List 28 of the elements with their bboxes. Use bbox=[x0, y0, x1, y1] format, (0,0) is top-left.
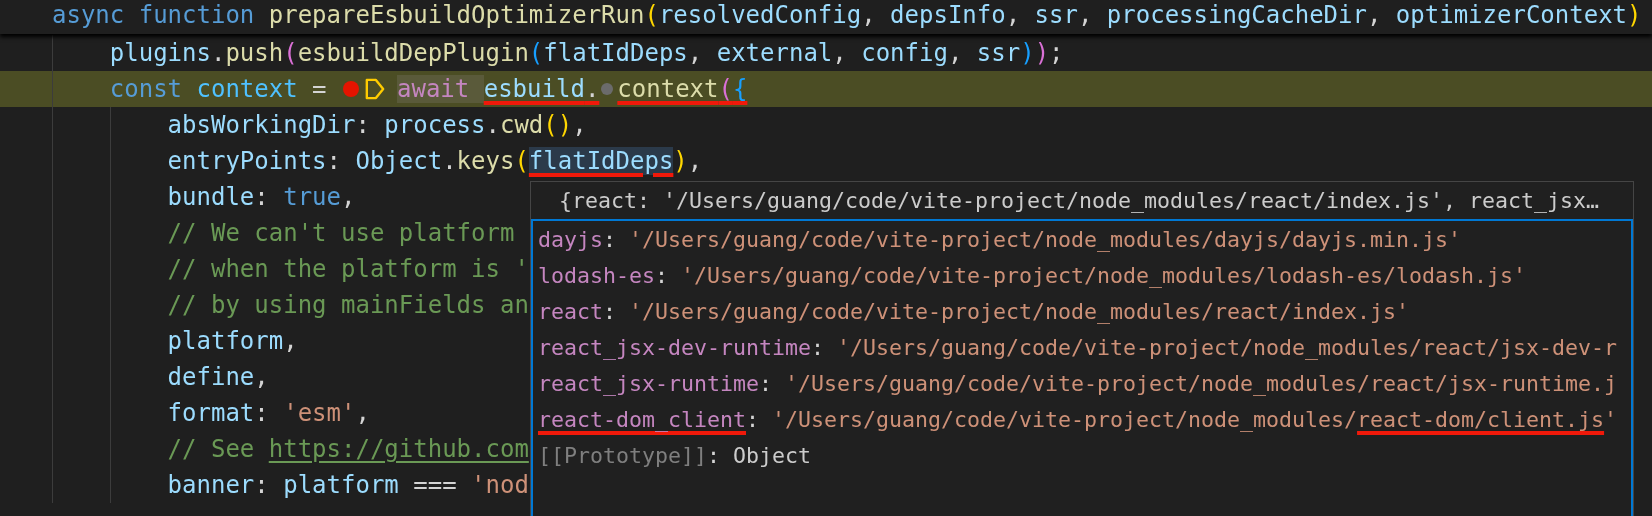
code-text: platform, bbox=[167, 326, 298, 356]
code-text: context({ bbox=[617, 74, 748, 104]
dot-icon bbox=[601, 83, 614, 95]
property-row[interactable]: lodash-es: '/Users/guang/code/vite-project/node_modules/lodash-es/lodash.js' bbox=[538, 258, 1631, 294]
code-text: // We can't use platform bbox=[167, 218, 515, 248]
code-line: async function prepareEsbuildOptimizerRun(resolvedConfig, depsInfo, ssr, processingCacheDir, optimizerContext) bbox=[52, 1, 1642, 29]
arrow-marker-icon bbox=[365, 78, 385, 100]
code-text: banner: platform === 'nod bbox=[167, 470, 529, 500]
property-row[interactable]: react_jsx-runtime: '/Users/guang/code/vite-project/node_modules/react/jsx-runtime.j bbox=[538, 366, 1631, 402]
code-text: plugins.push(esbuildDepPlugin(flatIdDeps, external, config, ssr)); bbox=[109, 38, 1064, 68]
code-text: bundle: true, bbox=[167, 182, 356, 212]
code-text: format: 'esm', bbox=[167, 398, 370, 428]
property-row[interactable]: react-dom_client: '/Users/guang/code/vite-project/node_modules/react-dom/client.js' bbox=[538, 402, 1631, 438]
code-text: define, bbox=[167, 362, 269, 392]
code-text: // when the platform is ' bbox=[167, 254, 529, 284]
code-text: absWorkingDir: process.cwd(), bbox=[167, 110, 587, 140]
code-text: // See bbox=[167, 434, 256, 464]
code-text: await esbuild. bbox=[397, 74, 600, 104]
code-text: entryPoints: Object.keys(flatIdDeps), bbox=[167, 146, 703, 176]
property-row[interactable]: dayjs: '/Users/guang/code/vite-project/node_modules/dayjs/dayjs.min.js' bbox=[538, 222, 1631, 258]
breakpoint-icon bbox=[343, 81, 359, 97]
code-text: const context = bbox=[109, 74, 328, 104]
property-row[interactable]: [[Prototype]]: Object bbox=[538, 438, 1631, 474]
code-text: // by using mainFields an bbox=[167, 290, 529, 320]
property-row[interactable]: react_jsx-dev-runtime: '/Users/guang/code/vite-project/node_modules/react/jsx-dev-r bbox=[538, 330, 1631, 366]
property-row[interactable]: react: '/Users/guang/code/vite-project/node_modules/react/index.js' bbox=[538, 294, 1631, 330]
value-preview: {react: '/Users/guang/code/vite-project/node_modules/react/index.js', react_jsx… bbox=[559, 188, 1600, 213]
link[interactable]: https://github.com bbox=[268, 434, 529, 464]
